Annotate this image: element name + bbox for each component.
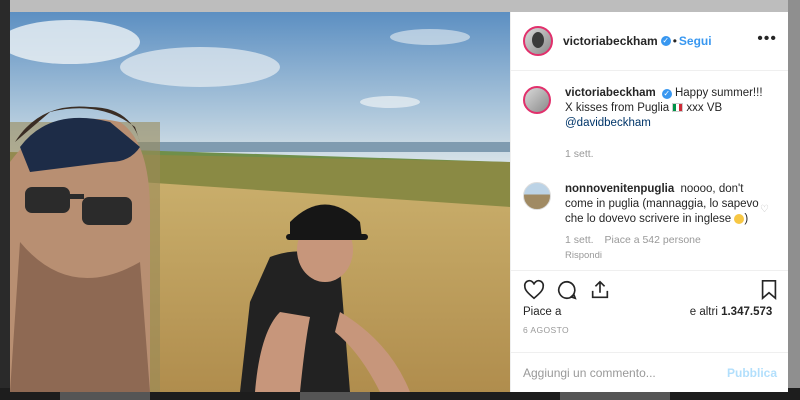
comment-time: 1 sett.	[565, 234, 594, 246]
caption-text-2: xxx VB	[686, 102, 723, 114]
backdrop-left-edge	[0, 0, 10, 400]
comment-body: nonnovenitenpuglia noooo, don't come in …	[565, 182, 773, 263]
italy-flag-icon	[672, 103, 684, 113]
add-comment-bar: Aggiungi un commento... Pubblica	[511, 352, 788, 392]
comment-likes[interactable]: Piace a 542 persone	[605, 234, 701, 246]
verified-badge-icon: ✓	[661, 89, 672, 99]
separator-dot: •	[672, 34, 677, 48]
post-photo[interactable]	[10, 12, 510, 392]
likes-count: 1.347.573	[721, 306, 773, 318]
post-actions-bar	[511, 270, 788, 311]
photo-illustration	[10, 12, 510, 392]
post-username[interactable]: victoriabeckham	[563, 34, 658, 48]
avatar[interactable]	[523, 86, 551, 114]
backdrop-right-edge	[788, 0, 800, 400]
comment-like-heart-icon[interactable]: ♡	[760, 204, 769, 215]
likes-suffix: e altri	[689, 306, 718, 318]
comment-input[interactable]: Aggiungi un commento...	[523, 366, 656, 380]
thumbnail	[560, 392, 670, 400]
verified-badge-icon: ✓	[660, 36, 671, 46]
avatar[interactable]	[523, 26, 553, 56]
caption-username[interactable]: victoriabeckham	[565, 87, 656, 99]
heart-icon[interactable]	[523, 279, 545, 301]
more-options-icon[interactable]: •••	[757, 30, 777, 48]
share-icon[interactable]	[589, 279, 611, 301]
post-side-panel: victoriabeckham ✓ • Segui ••• victoriabe…	[510, 12, 788, 392]
caption-time: 1 sett.	[565, 148, 594, 160]
follow-button[interactable]: Segui	[679, 34, 712, 48]
comment-username[interactable]: nonnovenitenpuglia	[565, 183, 674, 195]
comments-list[interactable]: victoriabeckham ✓ Happy summer!!! X kisse…	[511, 71, 788, 269]
thumbnail	[300, 392, 370, 400]
comment-icon[interactable]	[556, 279, 578, 301]
post-modal: victoriabeckham ✓ • Segui ••• victoriabe…	[10, 12, 788, 392]
mention-link[interactable]: @davidbeckham	[565, 117, 651, 129]
likes-prefix: Piace a	[523, 306, 562, 318]
publish-button[interactable]: Pubblica	[727, 366, 777, 380]
post-header: victoriabeckham ✓ • Segui •••	[511, 12, 788, 71]
thumbnail	[60, 392, 150, 400]
reply-button[interactable]: Rispondi	[565, 248, 773, 263]
caption-body: victoriabeckham ✓ Happy summer!!! X kisse…	[565, 86, 773, 162]
avatar[interactable]	[523, 182, 551, 210]
bookmark-icon[interactable]	[759, 279, 779, 301]
likes-summary[interactable]: Piace a e altri 1.347.573	[523, 306, 781, 318]
comment-meta: 1 sett. Piace a 542 persone	[565, 233, 773, 248]
post-date: 6 AGOSTO	[523, 325, 570, 335]
smile-emoji-icon	[734, 213, 745, 224]
